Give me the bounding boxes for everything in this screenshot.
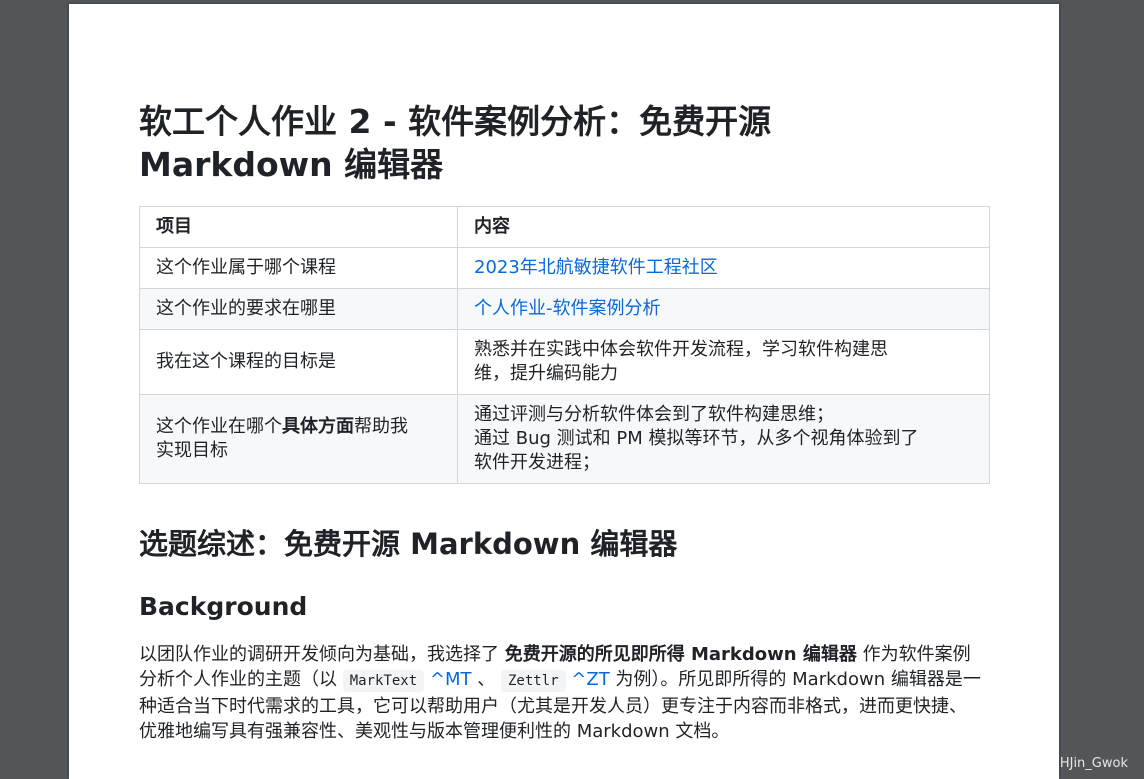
row-content: 个人作业-软件案例分析 xyxy=(457,288,990,330)
row-content-line: 通过 Bug 测试和 PM 模拟等环节，从多个视角体验到了 xyxy=(474,428,919,449)
para-bold: 免费开源的所见即所得 Markdown 编辑器 xyxy=(504,644,857,665)
table-row: 这个作业的要求在哪里 个人作业-软件案例分析 xyxy=(139,288,990,330)
row-content-line: 通过评测与分析软件体会到了软件构建思维； xyxy=(474,404,834,425)
table-row: 这个作业属于哪个课程 2023年北航敏捷软件工程社区 xyxy=(139,247,990,289)
table-row: 这个作业在哪个具体方面帮助我 实现目标 通过评测与分析软件体会到了软件构建思维；… xyxy=(139,394,990,484)
subsection-heading: Background xyxy=(139,592,308,621)
row-item-bold: 具体方面 xyxy=(282,416,354,437)
row-item-text: 帮助我 xyxy=(354,416,408,437)
row-item: 这个作业在哪个具体方面帮助我 实现目标 xyxy=(139,394,458,484)
inline-code-marktext: MarkText xyxy=(342,670,425,692)
row-item: 这个作业属于哪个课程 xyxy=(139,247,458,289)
header-content: 内容 xyxy=(457,206,990,248)
row-content: 通过评测与分析软件体会到了软件构建思维； 通过 Bug 测试和 PM 模拟等环节… xyxy=(457,394,990,484)
header-item: 项目 xyxy=(139,206,458,248)
row-content: 2023年北航敏捷软件工程社区 xyxy=(457,247,990,289)
title-line-1: 软工个人作业 2 - 软件案例分析：免费开源 xyxy=(139,102,772,141)
para-text: 以团队作业的调研开发倾向为基础，我选择了 xyxy=(139,644,505,665)
row-content-line: 软件开发进程； xyxy=(474,452,600,473)
inline-code-zettlr: Zettlr xyxy=(500,670,566,692)
row-content-line: 维，提升编码能力 xyxy=(474,363,618,384)
footnote-ref-zt[interactable]: ^ZT xyxy=(571,669,609,690)
course-link[interactable]: 2023年北航敏捷软件工程社区 xyxy=(474,257,718,278)
row-item: 这个作业的要求在哪里 xyxy=(139,288,458,330)
table-row: 我在这个课程的目标是 熟悉并在实践中体会软件开发流程，学习软件构建思 维，提升编… xyxy=(139,329,990,395)
requirement-link[interactable]: 个人作业-软件案例分析 xyxy=(474,298,661,319)
document-page: 软工个人作业 2 - 软件案例分析：免费开源 Markdown 编辑器 项目 内… xyxy=(69,4,1059,779)
row-item: 我在这个课程的目标是 xyxy=(139,329,458,395)
footnote-ref-mt[interactable]: ^MT xyxy=(430,669,472,690)
row-item-text: 实现目标 xyxy=(156,440,228,461)
para-text: 、 xyxy=(471,669,501,690)
background-paragraph: 以团队作业的调研开发倾向为基础，我选择了 免费开源的所见即所得 Markdown… xyxy=(139,642,984,744)
csdn-watermark: CSDN @HJin_Gwok xyxy=(1005,756,1128,771)
section-heading: 选题综述：免费开源 Markdown 编辑器 xyxy=(139,527,678,561)
document-title: 软工个人作业 2 - 软件案例分析：免费开源 Markdown 编辑器 xyxy=(139,100,939,186)
row-content: 熟悉并在实践中体会软件开发流程，学习软件构建思 维，提升编码能力 xyxy=(457,329,990,395)
table-header-row: 项目 内容 xyxy=(139,206,990,248)
row-item-text: 这个作业在哪个 xyxy=(156,416,282,437)
row-content-line: 熟悉并在实践中体会软件开发流程，学习软件构建思 xyxy=(474,339,888,360)
info-table: 项目 内容 这个作业属于哪个课程 2023年北航敏捷软件工程社区 这个作业的要求… xyxy=(139,206,990,484)
title-line-2: Markdown 编辑器 xyxy=(139,145,444,184)
